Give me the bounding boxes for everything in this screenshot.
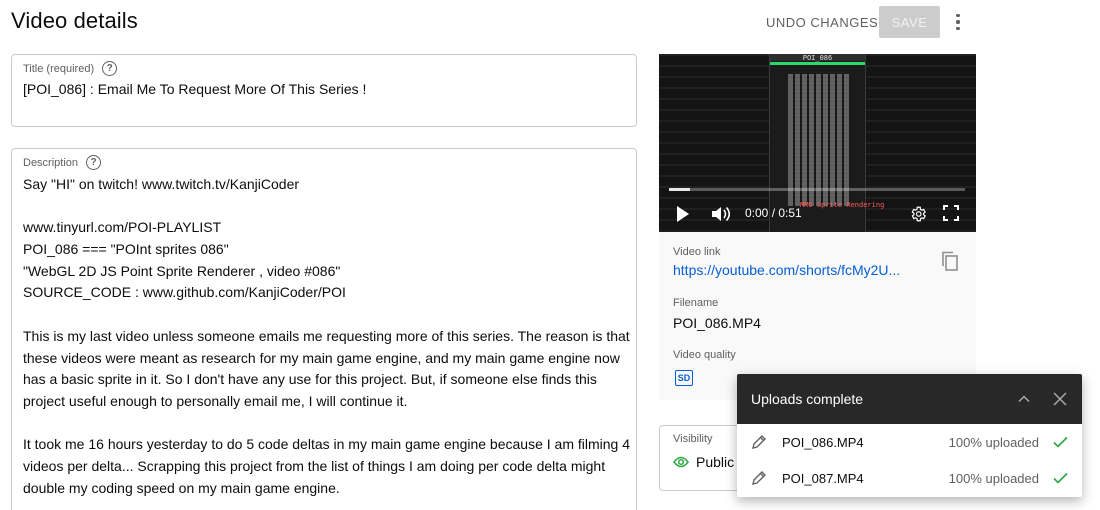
description-line: project useful enough to personally emai…	[23, 392, 408, 409]
description-line	[23, 304, 625, 326]
check-icon	[1053, 472, 1068, 484]
upload-status: 100% uploaded	[948, 470, 1039, 486]
video-player[interactable]: POI_086 MMO Sprite Rendering 0:00 / 0:51	[659, 54, 976, 232]
copy-icon[interactable]	[941, 251, 959, 271]
description-line: has a basic sprite in it. So I don't hav…	[23, 371, 597, 388]
gear-icon[interactable]	[909, 205, 927, 223]
video-time: 0:00 / 0:51	[745, 206, 802, 220]
filename-value: POI_086.MP4	[673, 315, 761, 331]
upload-item: POI_086.MP4 100% uploaded	[737, 424, 1082, 460]
upload-filename: POI_087.MP4	[782, 470, 864, 486]
upload-filename: POI_086.MP4	[782, 434, 864, 450]
description-line	[23, 196, 625, 218]
title-input[interactable]: [POI_086] : Email Me To Request More Of …	[23, 81, 625, 97]
undo-changes-button[interactable]: UNDO CHANGES	[756, 6, 888, 38]
visibility-label: Visibility	[673, 433, 713, 445]
uploads-title: Uploads complete	[751, 391, 864, 407]
filename-label: Filename	[673, 297, 719, 309]
visibility-value: Public	[696, 454, 735, 470]
description-line: It took me 16 hours yesterday to do 5 co…	[23, 436, 630, 453]
description-line: www.tinyurl.com/POI-PLAYLIST	[23, 219, 222, 236]
uploads-popup-header: Uploads complete	[737, 374, 1082, 424]
video-progress-bar[interactable]	[669, 188, 965, 191]
pencil-icon[interactable]	[751, 434, 767, 450]
video-quality-label: Video quality	[673, 349, 736, 361]
close-icon[interactable]	[1052, 391, 1068, 407]
save-button[interactable]: SAVE	[879, 6, 940, 38]
play-icon[interactable]	[677, 206, 689, 222]
description-field[interactable]: Description ? Say "HI" on twitch! www.tw…	[11, 148, 637, 510]
title-field[interactable]: Title (required) ? [POI_086] : Email Me …	[11, 54, 637, 127]
description-line: This is my last video unless someone ema…	[23, 327, 630, 344]
description-input[interactable]: Say "HI" on twitch! www.twitch.tv/KanjiC…	[23, 174, 630, 499]
uploads-popup: Uploads complete POI_086.MP4 100% upload…	[737, 374, 1082, 497]
description-line: these videos were meant as research for …	[23, 349, 620, 366]
more-options-button[interactable]	[946, 8, 970, 36]
description-line: SOURCE_CODE : www.github.com/KanjiCoder/…	[23, 284, 346, 301]
chevron-up-icon[interactable]	[1016, 391, 1032, 407]
help-icon[interactable]: ?	[102, 61, 118, 76]
pencil-icon[interactable]	[751, 470, 767, 486]
frame-title: POI_086	[770, 54, 865, 62]
video-progress-fill	[669, 188, 690, 191]
description-line: Say "HI" on twitch! www.twitch.tv/KanjiC…	[23, 176, 300, 192]
eye-icon	[673, 456, 689, 468]
description-line: POI_086 === "POInt sprites 086"	[23, 241, 229, 258]
fullscreen-icon[interactable]	[943, 205, 959, 221]
description-line	[23, 413, 625, 435]
volume-icon[interactable]	[711, 205, 731, 223]
video-link[interactable]: https://youtube.com/shorts/fcMy2U...	[673, 262, 918, 278]
description-line: videos per delta... Scrapping this proje…	[23, 457, 606, 474]
more-vert-icon	[956, 13, 960, 18]
video-link-label: Video link	[673, 246, 721, 258]
upload-status: 100% uploaded	[948, 434, 1039, 450]
description-line: "WebGL 2D JS Point Sprite Renderer , vid…	[23, 262, 341, 279]
frame-caption: MMO Sprite Rendering	[800, 201, 885, 209]
title-label: Title (required)	[23, 62, 95, 75]
sd-icon: SD	[675, 370, 693, 386]
page-title: Video details	[11, 8, 138, 33]
description-label: Description	[23, 156, 79, 169]
check-icon	[1053, 436, 1068, 448]
description-line: double my coding speed on my main game e…	[23, 479, 340, 496]
help-icon[interactable]: ?	[86, 155, 102, 170]
upload-item: POI_087.MP4 100% uploaded	[737, 460, 1082, 496]
